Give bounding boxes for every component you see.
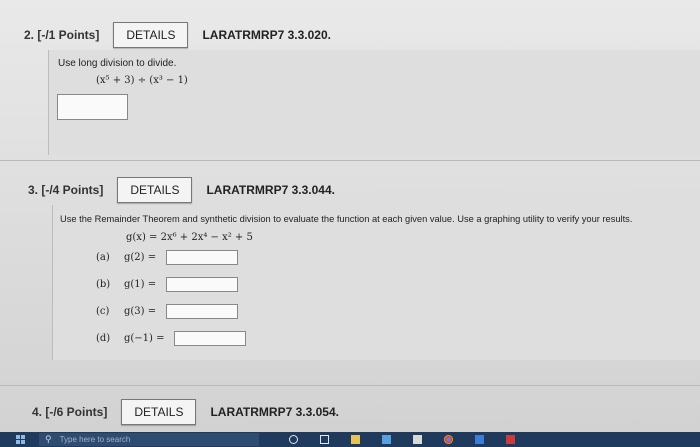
question-2-code: LARATRMRP7 3.3.020. bbox=[202, 28, 331, 42]
part-c-input[interactable] bbox=[166, 304, 238, 319]
question-3-part-c: (c) g(3) = bbox=[96, 304, 238, 319]
part-d-expr: g(−1) = bbox=[124, 333, 165, 344]
question-4-header: 4. [-/6 Points] DETAILS LARATRMRP7 3.3.0… bbox=[32, 399, 339, 425]
question-2-details-button[interactable]: DETAILS bbox=[113, 22, 189, 48]
question-4-code: LARATRMRP7 3.3.054. bbox=[210, 405, 339, 419]
part-c-expr: g(3) = bbox=[124, 306, 157, 317]
part-d-label: (d) bbox=[96, 333, 111, 344]
taskbar-icons bbox=[289, 435, 515, 444]
part-a-input[interactable] bbox=[166, 250, 238, 265]
part-c-label: (c) bbox=[96, 306, 110, 317]
part-b-input[interactable] bbox=[166, 277, 238, 292]
question-3-part-b: (b) g(1) = bbox=[96, 277, 238, 292]
part-a-expr: g(2) = bbox=[124, 252, 157, 263]
question-2-answer-input[interactable] bbox=[57, 94, 128, 120]
part-a-label: (a) bbox=[96, 252, 110, 263]
question-2-number: 2. [-/1 Points] bbox=[24, 28, 100, 42]
question-2-expression: (x⁵ + 3) ÷ (x³ − 1) bbox=[96, 75, 188, 86]
divider bbox=[0, 160, 700, 161]
taskbar: ⚲ Type here to search bbox=[0, 432, 700, 447]
question-4-number: 4. [-/6 Points] bbox=[32, 405, 108, 419]
cortana-icon[interactable] bbox=[289, 435, 298, 444]
assignment-page: 2. [-/1 Points] DETAILS LARATRMRP7 3.3.0… bbox=[0, 0, 700, 432]
part-d-input[interactable] bbox=[174, 331, 246, 346]
question-3-part-d: (d) g(−1) = bbox=[96, 331, 246, 346]
question-4-details-button[interactable]: DETAILS bbox=[121, 399, 197, 425]
question-3-function: g(x) = 2x⁶ + 2x⁴ − x² + 5 bbox=[126, 232, 253, 243]
question-3-header: 3. [-/4 Points] DETAILS LARATRMRP7 3.3.0… bbox=[28, 177, 335, 203]
search-icon: ⚲ bbox=[45, 434, 52, 444]
question-3-part-a: (a) g(2) = bbox=[96, 250, 238, 265]
file-explorer-icon[interactable] bbox=[351, 435, 360, 444]
divider bbox=[0, 385, 700, 386]
lock-icon[interactable] bbox=[413, 435, 422, 444]
store-icon[interactable] bbox=[382, 435, 391, 444]
question-2-header: 2. [-/1 Points] DETAILS LARATRMRP7 3.3.0… bbox=[24, 22, 331, 48]
part-b-expr: g(1) = bbox=[124, 279, 157, 290]
task-view-icon[interactable] bbox=[320, 435, 329, 444]
question-3-details-button[interactable]: DETAILS bbox=[117, 177, 193, 203]
app-icon-2[interactable] bbox=[506, 435, 515, 444]
question-2-prompt: Use long division to divide. bbox=[58, 58, 177, 69]
question-3-prompt: Use the Remainder Theorem and synthetic … bbox=[60, 214, 633, 224]
question-3-number: 3. [-/4 Points] bbox=[28, 183, 104, 197]
question-3-code: LARATRMRP7 3.3.044. bbox=[206, 183, 335, 197]
windows-start-icon[interactable] bbox=[16, 435, 25, 444]
taskbar-search[interactable]: ⚲ Type here to search bbox=[39, 433, 259, 446]
app-icon[interactable] bbox=[475, 435, 484, 444]
search-placeholder: Type here to search bbox=[59, 435, 131, 444]
chrome-icon[interactable] bbox=[444, 435, 453, 444]
part-b-label: (b) bbox=[96, 279, 111, 290]
